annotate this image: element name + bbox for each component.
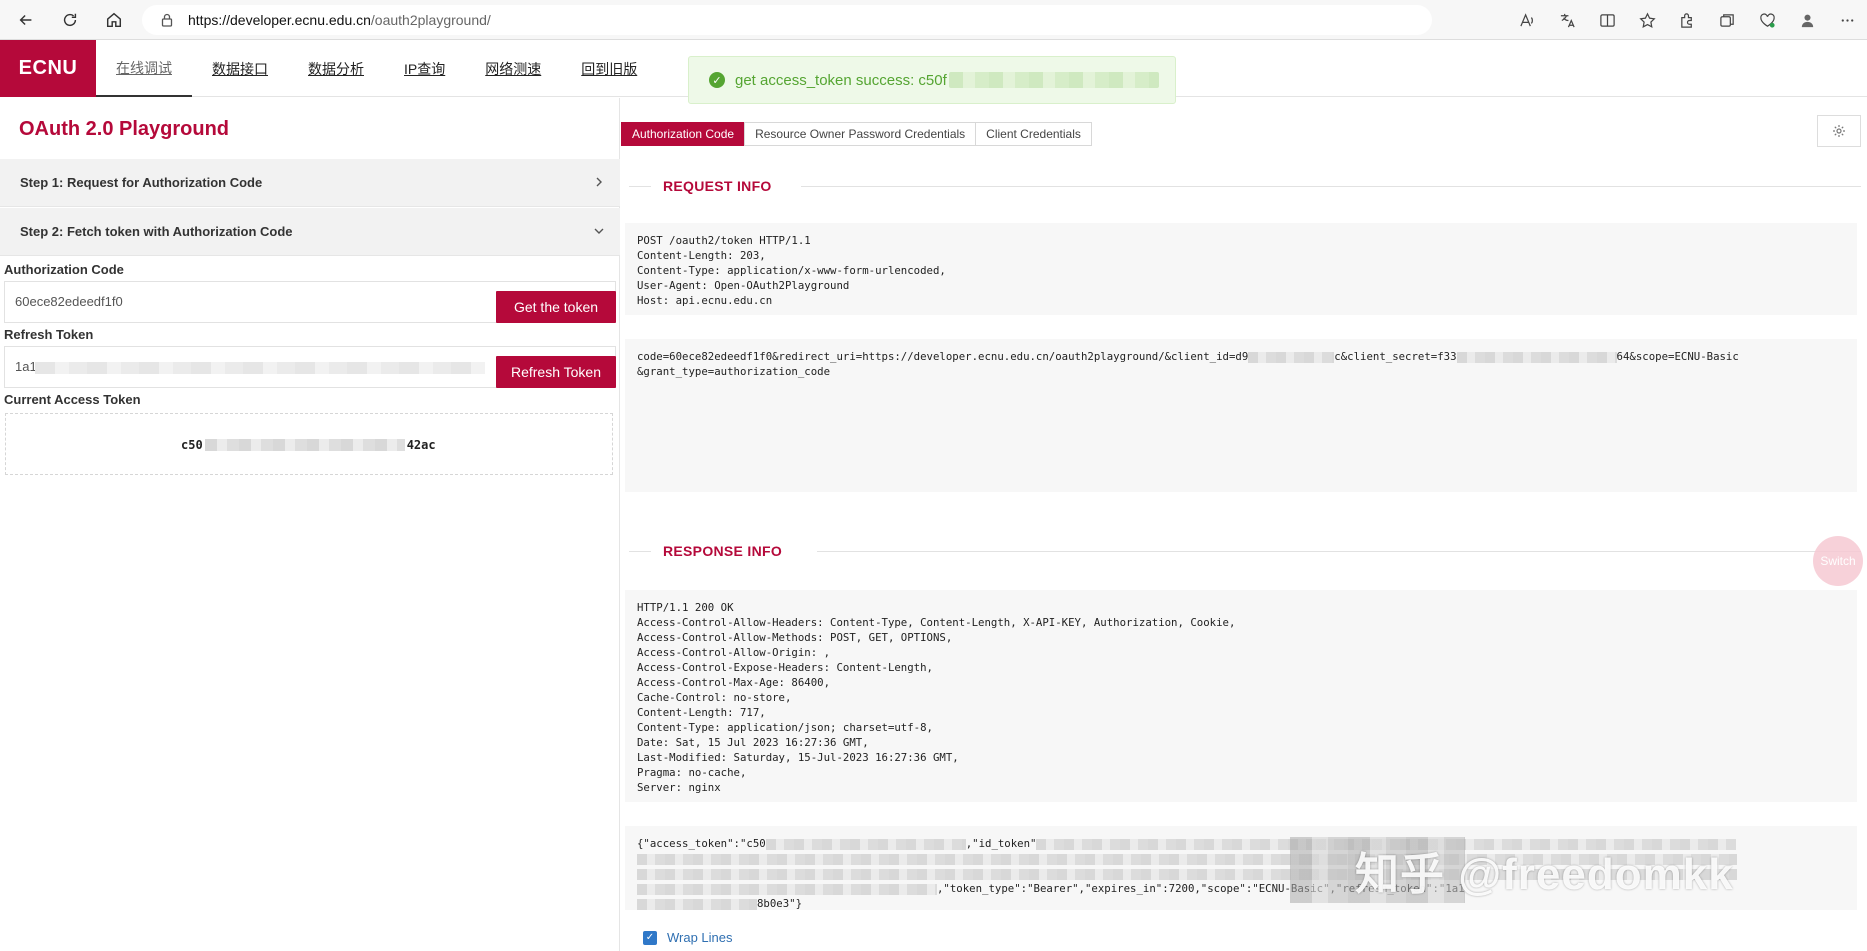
success-check-icon: ✓: [709, 72, 725, 88]
browser-tools: [1507, 0, 1867, 40]
tab-client-credentials[interactable]: Client Credentials: [975, 122, 1092, 146]
refresh-token-field[interactable]: 1a1 Refresh Token: [4, 346, 616, 388]
redacted-access-token: [204, 439, 405, 451]
home-icon[interactable]: [96, 2, 132, 38]
address-bar[interactable]: https://developer.ecnu.edu.cn/oauth2play…: [142, 5, 1432, 35]
toast-message: get access_token success: c50f: [735, 71, 947, 89]
extensions-icon[interactable]: [1667, 2, 1707, 38]
checkbox-checked-icon[interactable]: ✓: [643, 930, 657, 945]
request-info-title: REQUEST INFO: [663, 178, 772, 194]
divider: [629, 551, 651, 552]
response-headers: HTTP/1.1 200 OK Access-Control-Allow-Hea…: [625, 590, 1857, 802]
ecnu-logo[interactable]: ECNU: [0, 40, 96, 97]
health-icon[interactable]: [1747, 2, 1787, 38]
request-headers: POST /oauth2/token HTTP/1.1 Content-Leng…: [625, 223, 1857, 315]
response-body-part-a: {"access_token":"c50: [637, 837, 766, 850]
current-token-box: c50 42ac: [5, 413, 613, 475]
left-panel: OAuth 2.0 Playground Step 1: Request for…: [0, 98, 620, 951]
gear-icon: [1833, 125, 1845, 137]
grant-type-tabs: Authorization Code Resource Owner Passwo…: [621, 122, 1092, 146]
nav-data-analysis[interactable]: 数据分析: [288, 40, 384, 97]
tab-authorization-code[interactable]: Authorization Code: [621, 122, 746, 146]
top-nav: 在线调试 数据接口 数据分析 IP查询 网络测速 回到旧版: [96, 40, 657, 97]
switch-button[interactable]: Switch: [1813, 536, 1863, 586]
redacted-refresh-token: [35, 362, 485, 374]
refresh-icon[interactable]: [52, 2, 88, 38]
settings-button[interactable]: [1817, 115, 1861, 147]
url-host: https://developer.ecnu.edu.cn: [188, 12, 371, 28]
step-2-header[interactable]: Step 2: Fetch token with Authorization C…: [0, 208, 620, 256]
redacted-client-secret: [1456, 351, 1617, 363]
wrap-lines-toggle[interactable]: ✓ Wrap Lines: [643, 930, 733, 945]
profile-avatar-icon[interactable]: [1787, 2, 1827, 38]
response-body-part-b: ,"id_token": [965, 837, 1037, 850]
redacted-refresh-token-body: [637, 898, 757, 910]
request-body-part-b: c&client_secret=f33: [1334, 350, 1457, 363]
step-1-header[interactable]: Step 1: Request for Authorization Code: [0, 159, 620, 207]
divider: [629, 186, 651, 187]
divider: [817, 551, 1861, 552]
current-token-value: c50 42ac: [181, 438, 436, 452]
success-toast: ✓ get access_token success: c50f: [688, 56, 1176, 104]
divider: [801, 186, 1861, 187]
nav-speed-test[interactable]: 网络测速: [465, 40, 561, 97]
refresh-token-value[interactable]: 1a1: [15, 359, 37, 374]
read-aloud-icon[interactable]: [1507, 2, 1547, 38]
page-title: OAuth 2.0 Playground: [19, 118, 230, 140]
current-token-label: Current Access Token: [4, 392, 141, 407]
request-body: code=60ece82edeedf1f0&redirect_uri=https…: [625, 339, 1857, 492]
auth-code-field[interactable]: 60ece82edeedf1f0 Get the token: [4, 281, 616, 323]
url-path: /oauth2playground/: [370, 12, 491, 28]
nav-online-debug[interactable]: 在线调试: [96, 40, 192, 97]
favorite-star-icon[interactable]: [1627, 2, 1667, 38]
nav-old-version[interactable]: 回到旧版: [561, 40, 657, 97]
step-1-label: Step 1: Request for Authorization Code: [20, 175, 263, 190]
request-info-header: REQUEST INFO: [621, 171, 1861, 201]
translate-icon[interactable]: [1547, 2, 1587, 38]
current-token-prefix: c50: [181, 438, 203, 452]
redacted-id-token-end: [637, 883, 937, 895]
lock-icon: [161, 13, 173, 27]
nav-data-api[interactable]: 数据接口: [192, 40, 288, 97]
chevron-right-icon: [596, 177, 602, 187]
nav-ip-query[interactable]: IP查询: [384, 40, 465, 97]
chevron-down-icon: [594, 228, 604, 234]
collections-icon[interactable]: [1707, 2, 1747, 38]
wrap-lines-label: Wrap Lines: [667, 930, 733, 945]
response-info-header: RESPONSE INFO: [621, 536, 1861, 566]
refresh-token-label: Refresh Token: [4, 327, 94, 342]
auth-code-label: Authorization Code: [4, 262, 124, 277]
more-menu-icon[interactable]: [1827, 2, 1867, 38]
zhihu-watermark: 知乎 @freedomkk: [1355, 850, 1734, 899]
response-info-title: RESPONSE INFO: [663, 543, 783, 559]
split-screen-icon[interactable]: [1587, 2, 1627, 38]
step-2-label: Step 2: Fetch token with Authorization C…: [20, 224, 293, 239]
request-body-part-a: code=60ece82edeedf1f0&redirect_uri=https…: [637, 350, 1249, 363]
back-arrow-icon[interactable]: [8, 2, 44, 38]
right-panel: Authorization Code Resource Owner Passwo…: [621, 98, 1867, 951]
request-body-part-d: &grant_type=authorization_code: [637, 365, 831, 378]
auth-code-value[interactable]: 60ece82edeedf1f0: [15, 294, 123, 309]
tab-password-credentials[interactable]: Resource Owner Password Credentials: [744, 122, 977, 146]
refresh-token-button[interactable]: Refresh Token: [496, 356, 616, 388]
current-token-suffix: 42ac: [406, 438, 436, 452]
get-token-button[interactable]: Get the token: [496, 291, 616, 323]
browser-toolbar: https://developer.ecnu.edu.cn/oauth2play…: [0, 0, 1867, 40]
request-body-part-c: 64&scope=ECNU-Basic: [1616, 350, 1739, 363]
redacted-token: [948, 72, 1159, 88]
redacted-client-id: [1248, 351, 1335, 363]
response-body-part-d: 8b0e3"}: [757, 897, 803, 910]
redacted-access-token-body: [765, 838, 966, 850]
